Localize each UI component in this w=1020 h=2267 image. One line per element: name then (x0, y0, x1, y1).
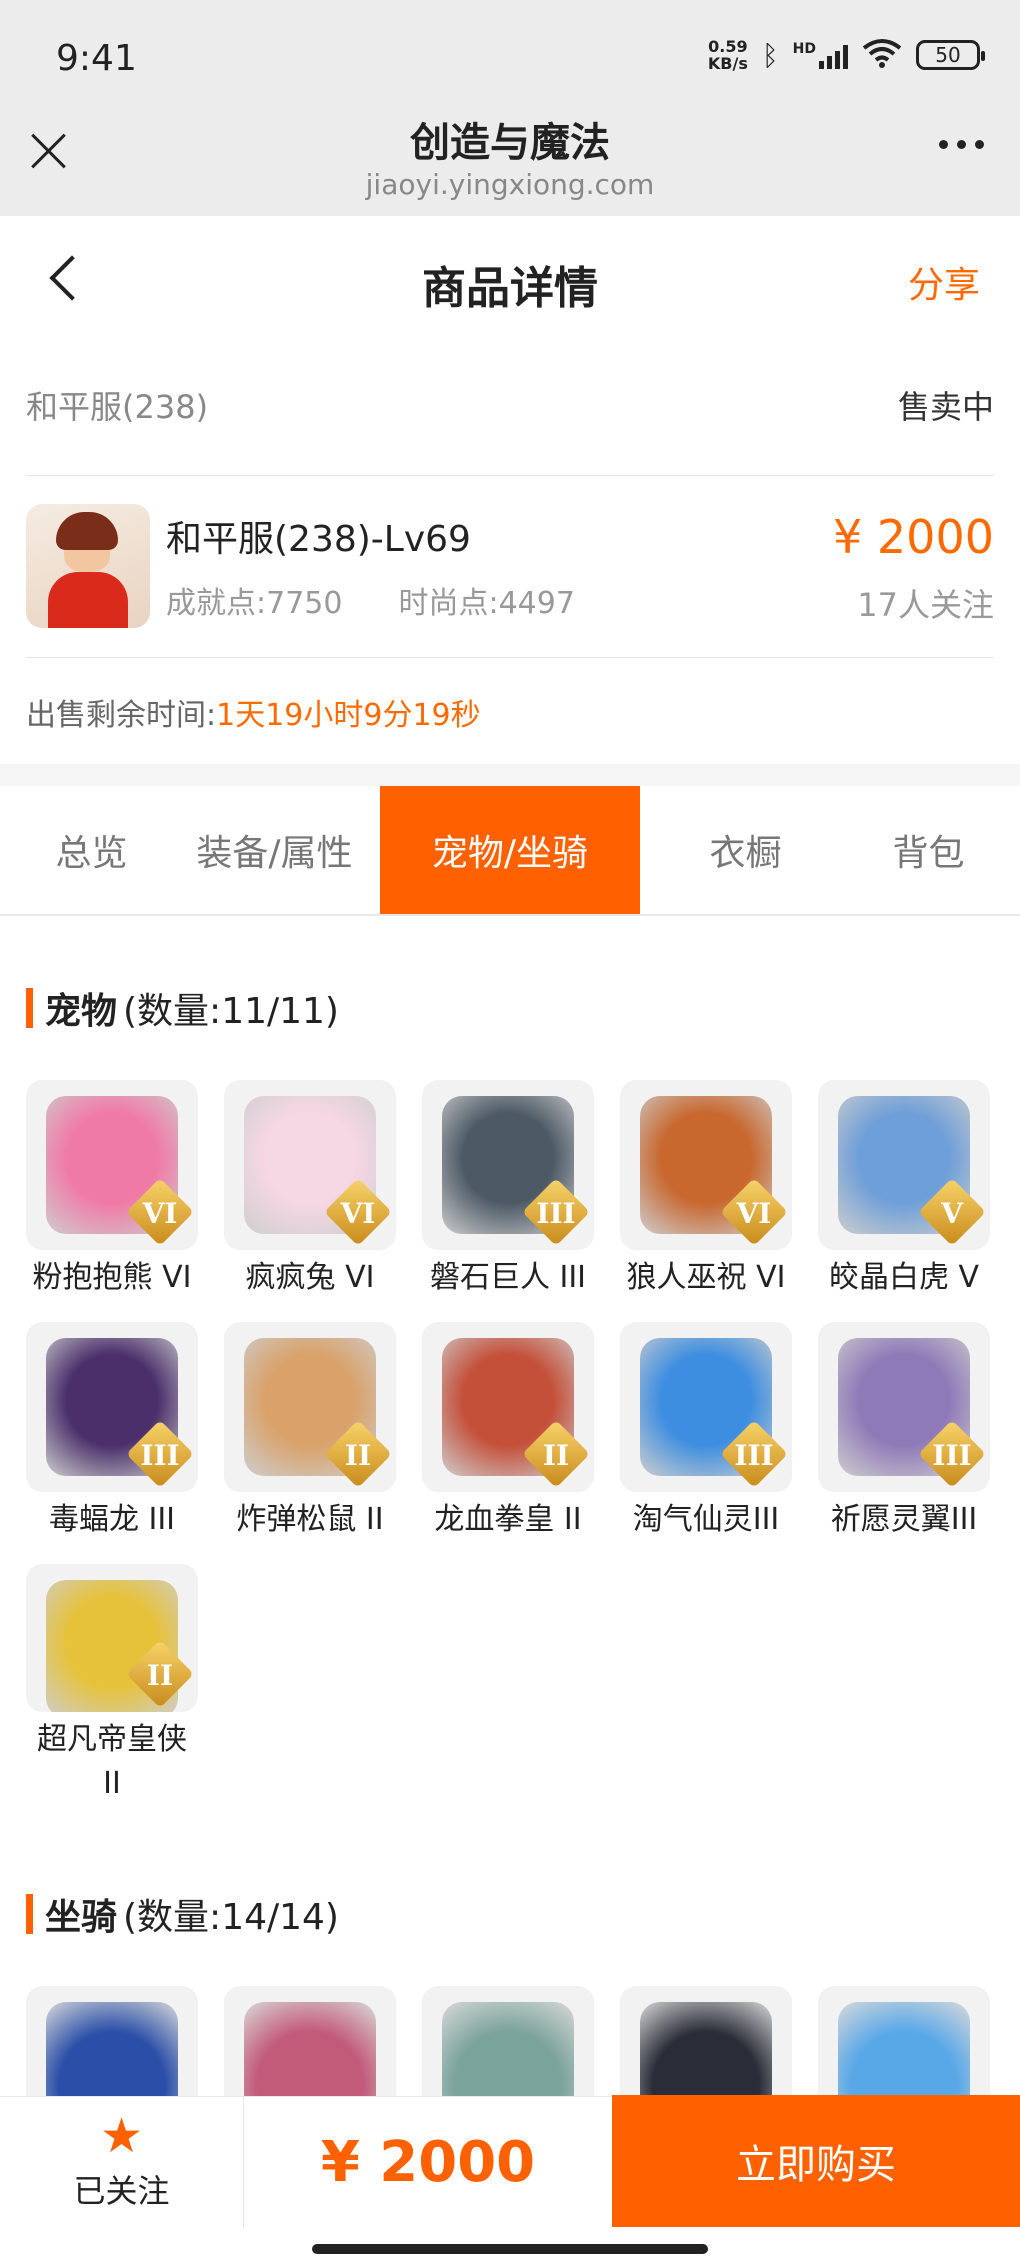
character-avatar (26, 504, 150, 628)
fashion-points: 时尚点:4497 (398, 586, 575, 621)
pet-name: 超凡帝皇侠 II (37, 1722, 187, 1801)
pet-item[interactable]: V 皎晶白虎 V (818, 1080, 990, 1322)
sale-status: 售卖中 (897, 388, 994, 426)
character-summary: 和平服(238)-Lv69 成就点:7750 时尚点:4497 ¥ 2000 1… (26, 500, 994, 658)
tier-label: III (140, 1439, 180, 1472)
pet-thumbnail: III (818, 1322, 990, 1492)
tab-overview[interactable]: 总览 (0, 786, 183, 914)
server-row: 和平服(238) 售卖中 (26, 382, 994, 476)
tier-label: II (542, 1439, 570, 1472)
pet-thumbnail: II (26, 1564, 198, 1712)
tier-label: VI (340, 1197, 376, 1230)
tier-label: II (344, 1439, 372, 1472)
divider (0, 764, 1020, 786)
tier-label: VI (736, 1197, 772, 1230)
pet-item[interactable]: III 淘气仙灵III (620, 1322, 792, 1564)
pet-thumbnail: III (422, 1080, 594, 1250)
pet-name: 龙血拳皇 II (434, 1502, 582, 1537)
pet-item[interactable]: II 炸弹松鼠 II (224, 1322, 396, 1564)
follower-count: 17人关注 (857, 586, 994, 624)
pet-item[interactable]: VI 狼人巫祝 VI (620, 1080, 792, 1322)
pet-name: 毒蝠龙 III (48, 1502, 176, 1537)
tier-label: VI (142, 1197, 178, 1230)
status-time: 9:41 (56, 38, 137, 79)
buy-now-button[interactable]: 立即购买 (612, 2095, 1020, 2227)
detail-tabs: 总览 装备/属性 宠物/坐骑 衣橱 背包 (0, 786, 1020, 916)
pet-name: 祈愿灵翼III (830, 1502, 978, 1537)
accent-bar (26, 1894, 33, 1934)
page-title: 商品详情 (422, 263, 598, 314)
pet-thumbnail: VI (224, 1080, 396, 1250)
pet-thumbnail: VI (620, 1080, 792, 1250)
follow-button[interactable]: ★ 已关注 (0, 2097, 244, 2227)
pet-name: 皎晶白虎 V (828, 1260, 980, 1295)
pet-name: 狼人巫祝 VI (626, 1260, 786, 1295)
pet-thumbnail: II (224, 1322, 396, 1492)
pet-thumbnail: III (26, 1322, 198, 1492)
hd-label: HD (792, 41, 816, 57)
pet-item[interactable]: III 毒蝠龙 III (26, 1322, 198, 1564)
pet-item[interactable]: II 龙血拳皇 II (422, 1322, 594, 1564)
net-speed: 0.59 KB/s (707, 37, 748, 73)
pet-name: 疯疯兔 VI (245, 1260, 375, 1295)
pet-item[interactable]: VI 疯疯兔 VI (224, 1080, 396, 1322)
page-navbar: 商品详情 分享 (0, 216, 1020, 346)
home-indicator (312, 2244, 708, 2254)
total-price: ¥ 2000 (320, 2129, 536, 2195)
listing-price: ¥ 2000 (833, 510, 994, 564)
pet-item[interactable]: II 超凡帝皇侠 II (26, 1564, 198, 1806)
pet-name: 磐石巨人 III (429, 1260, 587, 1295)
pets-section-title: 宠物 (数量:11/11) (26, 982, 339, 1034)
bottom-action-bar: ★ 已关注 ¥ 2000 立即购买 (0, 2095, 1020, 2227)
achievement-points: 成就点:7750 (166, 586, 343, 621)
pet-name: 粉抱抱熊 VI (32, 1260, 192, 1295)
mounts-section-title: 坐骑 (数量:14/14) (26, 1888, 339, 1940)
wifi-icon (862, 38, 902, 72)
tier-label: III (734, 1439, 774, 1472)
tab-wardrobe[interactable]: 衣橱 (654, 786, 837, 914)
accent-bar (26, 988, 33, 1028)
pet-thumbnail: V (818, 1080, 990, 1250)
pet-item[interactable]: VI 粉抱抱熊 VI (26, 1080, 198, 1322)
character-name: 和平服(238)-Lv69 (166, 519, 471, 560)
pet-thumbnail: II (422, 1322, 594, 1492)
time-remaining-value: 1天19小时9分19秒 (216, 698, 481, 733)
tier-label: III (932, 1439, 972, 1472)
pet-item[interactable]: III 祈愿灵翼III (818, 1322, 990, 1564)
browser-title: 创造与魔法 (410, 120, 610, 166)
bluetooth-icon: ᛒ (761, 38, 779, 72)
tier-label: V (941, 1197, 963, 1230)
tab-pets-mounts[interactable]: 宠物/坐骑 (380, 786, 640, 914)
star-icon: ★ (99, 2108, 144, 2164)
share-button[interactable]: 分享 (908, 256, 980, 308)
pet-name: 炸弹松鼠 II (236, 1502, 384, 1537)
pet-grid: VI 粉抱抱熊 VI VI 疯疯兔 VI III 磐石巨人 III VI 狼人巫祝 VI V 皎晶… (26, 1080, 990, 1806)
tab-equipment[interactable]: 装备/属性 (183, 786, 366, 914)
signal-icon: HD (793, 41, 848, 69)
server-name: 和平服(238) (26, 388, 209, 426)
tier-label: III (536, 1197, 576, 1230)
pet-thumbnail: III (620, 1322, 792, 1492)
pet-name: 淘气仙灵III (632, 1502, 780, 1537)
browser-header: 9:41 0.59 KB/s ᛒ HD 50 创造与魔法 jiaoyi.ying… (0, 0, 1020, 216)
tier-label: II (146, 1659, 174, 1692)
time-remaining: 出售剩余时间:1天19小时9分19秒 (26, 698, 481, 733)
tab-backpack[interactable]: 背包 (837, 786, 1020, 914)
character-stats: 成就点:7750 时尚点:4497 (166, 578, 575, 622)
browser-url: jiaoyi.yingxiong.com (365, 168, 655, 201)
status-icons: 0.59 KB/s ᛒ HD 50 (707, 37, 985, 73)
pet-thumbnail: VI (26, 1080, 198, 1250)
pet-item[interactable]: III 磐石巨人 III (422, 1080, 594, 1322)
battery-icon: 50 (916, 40, 985, 70)
more-icon[interactable] (939, 140, 984, 149)
